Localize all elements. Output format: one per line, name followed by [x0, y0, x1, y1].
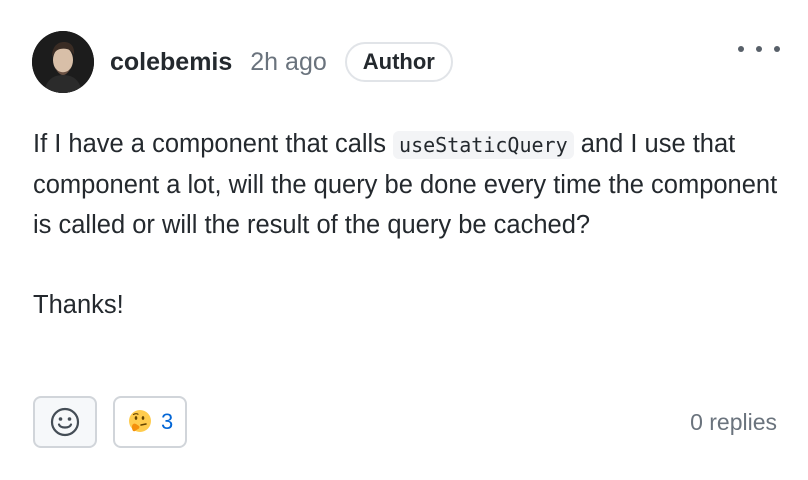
- comment-timestamp[interactable]: 2h ago: [250, 48, 326, 77]
- dot: [738, 46, 744, 52]
- comment-header: colebemis 2h ago Author: [32, 31, 780, 93]
- inline-code: useStaticQuery: [393, 131, 574, 159]
- comment-paragraph: If I have a component that calls useStat…: [33, 124, 778, 245]
- more-options-icon[interactable]: [738, 37, 780, 61]
- dot: [756, 46, 762, 52]
- dot: [774, 46, 780, 52]
- avatar[interactable]: [32, 31, 94, 93]
- thinking-face-icon: [129, 410, 151, 432]
- smiley-icon: [50, 407, 80, 437]
- author-name[interactable]: colebemis: [110, 48, 232, 77]
- comment-thanks: Thanks!: [33, 291, 124, 319]
- comment-text: If I have a component that calls: [33, 130, 394, 158]
- reaction-thinking-button[interactable]: 3: [113, 396, 188, 448]
- comment-footer: 3 0 replies: [33, 396, 777, 448]
- replies-count[interactable]: 0 replies: [690, 409, 777, 436]
- author-badge: Author: [344, 42, 453, 82]
- add-reaction-button[interactable]: [33, 396, 97, 448]
- reaction-count: 3: [161, 409, 174, 434]
- comment-body: If I have a component that calls useStat…: [33, 124, 778, 325]
